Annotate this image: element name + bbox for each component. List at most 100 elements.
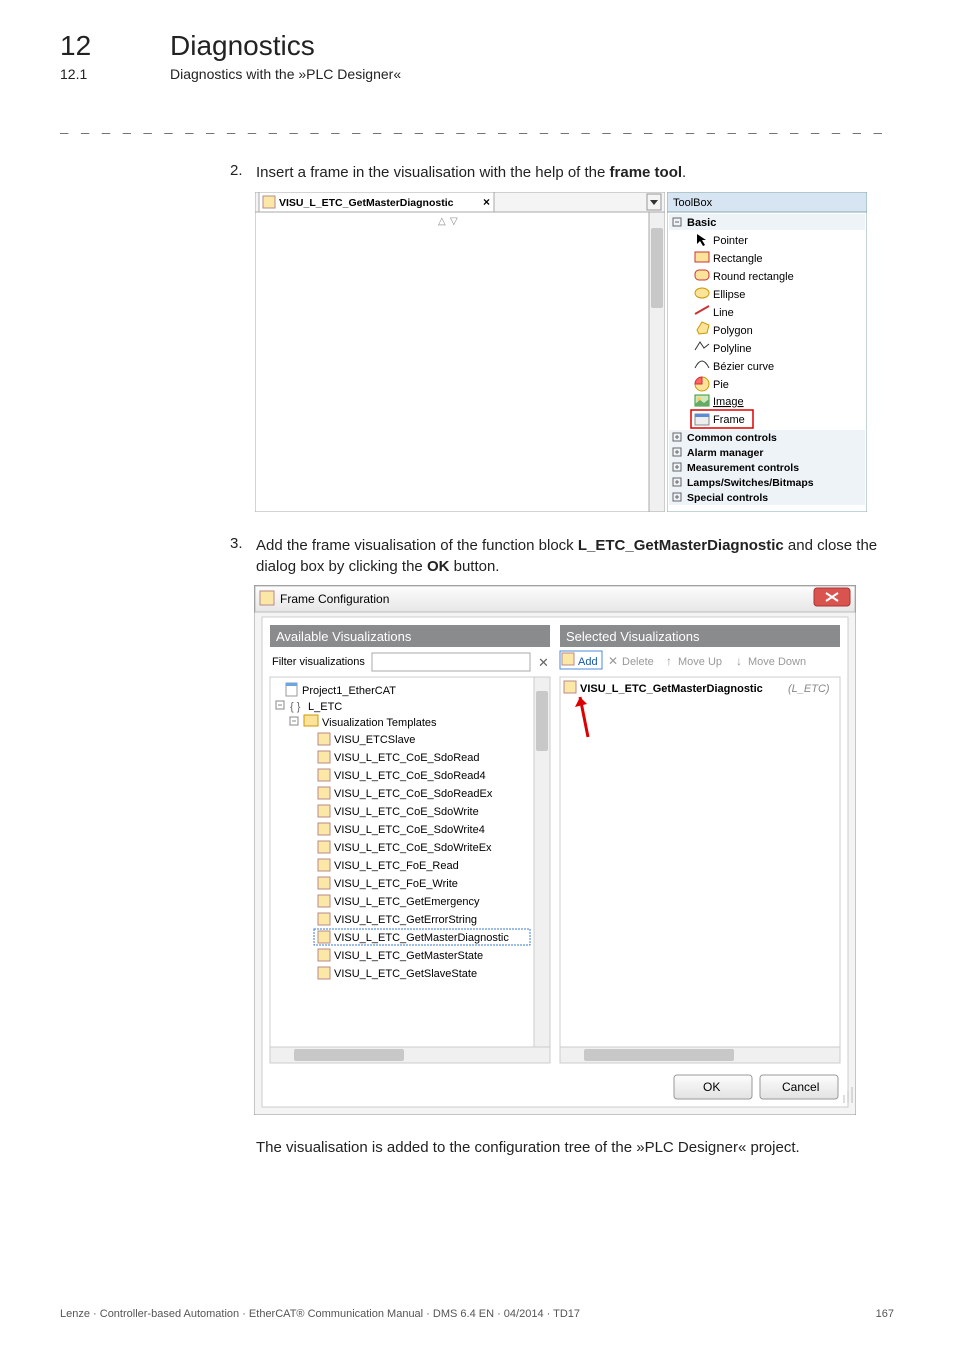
window-close-button[interactable] xyxy=(814,588,850,606)
svg-text:△: △ xyxy=(438,216,446,227)
page: 12 Diagnostics 12.1 Diagnostics with the… xyxy=(0,0,954,1158)
figure-frame-config: Frame Configuration Available Visualizat… xyxy=(254,585,894,1115)
svg-text:VISU_L_ETC_GetMasterState: VISU_L_ETC_GetMasterState xyxy=(334,950,483,962)
group-lamps-switches[interactable]: Lamps/Switches/Bitmaps xyxy=(669,475,865,490)
filter-clear-icon[interactable]: ✕ xyxy=(538,655,549,670)
tree-item[interactable]: VISU_L_ETC_GetErrorString xyxy=(318,913,477,926)
text-bold: OK xyxy=(427,558,450,575)
svg-text:VISU_L_ETC_CoE_SdoRead: VISU_L_ETC_CoE_SdoRead xyxy=(334,752,480,764)
tree-item[interactable]: VISU_L_ETC_CoE_SdoWrite xyxy=(318,805,479,818)
svg-text:{ }: { } xyxy=(290,701,301,713)
svg-text:Pointer: Pointer xyxy=(713,235,748,247)
dialog-title: Frame Configuration xyxy=(280,592,389,606)
step-2-number: 2. xyxy=(230,162,256,183)
canvas-pane: VISU_L_ETC_GetMasterDiagnostic × △ ▽ xyxy=(255,192,665,512)
moveup-button: Move Up xyxy=(678,656,722,668)
svg-text:VISU_L_ETC_FoE_Write: VISU_L_ETC_FoE_Write xyxy=(334,878,458,890)
selected-item-row[interactable]: VISU_L_ETC_GetMasterDiagnostic (L_ETC) xyxy=(564,681,830,695)
filter-input[interactable] xyxy=(372,653,530,671)
tree-item-project[interactable]: Project1_EtherCAT xyxy=(286,683,396,697)
text-bold: L_ETC_GetMasterDiagnostic xyxy=(578,537,784,554)
svg-text:VISU_L_ETC_CoE_SdoWriteEx: VISU_L_ETC_CoE_SdoWriteEx xyxy=(334,842,492,854)
svg-text:(L_ETC): (L_ETC) xyxy=(788,683,830,695)
chapter-title: Diagnostics xyxy=(170,30,315,62)
step-2: 2. Insert a frame in the visualisation w… xyxy=(230,162,894,183)
tree-item[interactable]: VISU_L_ETC_CoE_SdoReadEx xyxy=(318,787,493,800)
text: Add the frame visualisation of the funct… xyxy=(256,537,578,554)
step-3-number: 3. xyxy=(230,535,256,577)
chapter-number: 12 xyxy=(60,30,170,62)
text-bold: frame tool xyxy=(610,164,683,181)
text: button. xyxy=(449,558,499,575)
available-header: Available Visualizations xyxy=(276,629,412,644)
svg-text:VISU_L_ETC_CoE_SdoWrite: VISU_L_ETC_CoE_SdoWrite xyxy=(334,806,479,818)
tree-item[interactable]: VISU_L_ETC_GetEmergency xyxy=(318,895,480,908)
window-icon xyxy=(260,591,274,605)
svg-text:VISU_L_ETC_GetMasterDiagnostic: VISU_L_ETC_GetMasterDiagnostic xyxy=(580,683,763,695)
toolbox-title: ToolBox xyxy=(673,197,713,209)
svg-text:Round rectangle: Round rectangle xyxy=(713,271,794,283)
svg-text:Common controls: Common controls xyxy=(687,432,777,444)
group-special-controls[interactable]: Special controls xyxy=(669,490,865,505)
tree-item[interactable]: VISU_L_ETC_CoE_SdoRead4 xyxy=(318,769,486,782)
svg-text:Bézier curve: Bézier curve xyxy=(713,361,774,373)
svg-text:VISU_L_ETC_CoE_SdoReadEx: VISU_L_ETC_CoE_SdoReadEx xyxy=(334,788,493,800)
svg-text:VISU_L_ETC_GetSlaveState: VISU_L_ETC_GetSlaveState xyxy=(334,968,477,980)
delete-button: Delete xyxy=(622,656,654,668)
movedown-button: Move Down xyxy=(748,656,806,668)
svg-text:Polygon: Polygon xyxy=(713,325,753,337)
svg-text:Line: Line xyxy=(713,307,734,319)
dialog-frame-config: Frame Configuration Available Visualizat… xyxy=(254,585,856,1115)
svg-text:VISU_L_ETC_GetMasterDiagnostic: VISU_L_ETC_GetMasterDiagnostic xyxy=(334,932,509,944)
svg-text:VISU_ETCSlave: VISU_ETCSlave xyxy=(334,734,415,746)
tree-item[interactable]: VISU_L_ETC_CoE_SdoRead xyxy=(318,751,480,764)
svg-text:Special controls: Special controls xyxy=(687,492,768,504)
svg-text:VISU_L_ETC_CoE_SdoRead4: VISU_L_ETC_CoE_SdoRead4 xyxy=(334,770,486,782)
tree-item[interactable]: VISU_L_ETC_GetMasterState xyxy=(318,949,483,962)
svg-text:L_ETC: L_ETC xyxy=(308,701,342,713)
ok-button[interactable]: OK xyxy=(674,1075,752,1099)
svg-text:Lamps/Switches/Bitmaps: Lamps/Switches/Bitmaps xyxy=(687,477,814,489)
group-common-controls[interactable]: Common controls xyxy=(669,430,865,445)
content: 2. Insert a frame in the visualisation w… xyxy=(230,162,894,1158)
svg-text:VISU_L_ETC_FoE_Read: VISU_L_ETC_FoE_Read xyxy=(334,860,459,872)
tree-item[interactable]: VISU_L_ETC_CoE_SdoWriteEx xyxy=(318,841,492,854)
svg-text:Ellipse: Ellipse xyxy=(713,289,745,301)
text: . xyxy=(682,164,686,181)
svg-text:Add: Add xyxy=(578,656,598,668)
svg-text:✕: ✕ xyxy=(608,654,618,668)
tree-item[interactable]: VISU_L_ETC_FoE_Write xyxy=(318,877,458,890)
toolbox-pane: ToolBox Basic Pointer xyxy=(667,192,867,512)
svg-text:Measurement controls: Measurement controls xyxy=(687,462,799,474)
tab-label[interactable]: VISU_L_ETC_GetMasterDiagnostic xyxy=(279,197,454,209)
svg-text:Cancel: Cancel xyxy=(782,1080,819,1094)
section-number: 12.1 xyxy=(60,66,170,82)
svg-text:Project1_EtherCAT: Project1_EtherCAT xyxy=(302,685,396,697)
page-footer: Lenze · Controller-based Automation · Et… xyxy=(60,1308,894,1320)
group-basic[interactable]: Basic xyxy=(687,217,716,229)
tree-item[interactable]: VISU_L_ETC_FoE_Read xyxy=(318,859,459,872)
svg-text:OK: OK xyxy=(703,1080,720,1094)
tree-item[interactable]: VISU_L_ETC_CoE_SdoWrite4 xyxy=(318,823,485,836)
step-3: 3. Add the frame visualisation of the fu… xyxy=(230,535,894,577)
separator-rule: _ _ _ _ _ _ _ _ _ _ _ _ _ _ _ _ _ _ _ _ … xyxy=(60,118,894,134)
svg-text:Pie: Pie xyxy=(713,379,729,391)
group-measurement-controls[interactable]: Measurement controls xyxy=(669,460,865,475)
svg-text:Alarm manager: Alarm manager xyxy=(687,447,763,459)
group-alarm-manager[interactable]: Alarm manager xyxy=(669,445,865,460)
text: Insert a frame in the visualisation with… xyxy=(256,164,610,181)
svg-text:VISU_L_ETC_CoE_SdoWrite4: VISU_L_ETC_CoE_SdoWrite4 xyxy=(334,824,485,836)
svg-text:VISU_L_ETC_GetErrorString: VISU_L_ETC_GetErrorString xyxy=(334,914,477,926)
followup-text: The visualisation is added to the config… xyxy=(256,1137,894,1158)
svg-text:▽: ▽ xyxy=(450,216,458,227)
tab-close-icon[interactable]: × xyxy=(483,195,490,209)
tree-item[interactable]: VISU_L_ETC_GetSlaveState xyxy=(318,967,477,980)
tool-image[interactable]: Image xyxy=(695,395,744,408)
selected-header: Selected Visualizations xyxy=(566,629,700,644)
tree-item[interactable]: VISU_L_ETC_GetMasterDiagnostic xyxy=(314,929,530,945)
add-icon xyxy=(562,653,574,665)
figure-toolbox: VISU_L_ETC_GetMasterDiagnostic × △ ▽ xyxy=(254,191,894,513)
svg-text:↓: ↓ xyxy=(736,654,742,668)
cancel-button[interactable]: Cancel xyxy=(760,1075,838,1099)
svg-text:Rectangle: Rectangle xyxy=(713,253,763,265)
